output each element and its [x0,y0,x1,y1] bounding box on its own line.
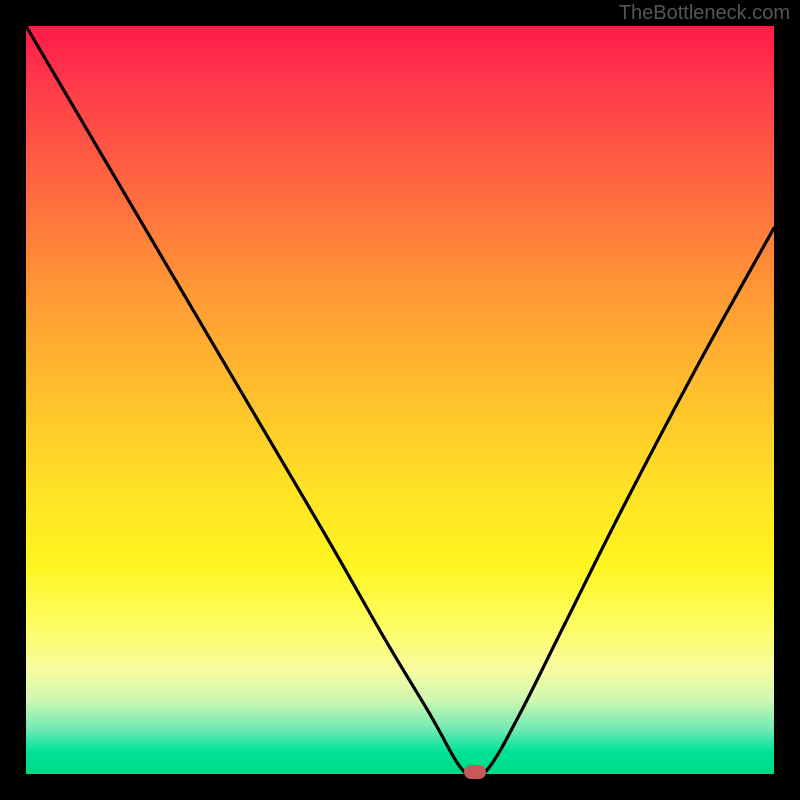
bottleneck-curve [26,26,774,774]
optimal-point-marker [464,765,486,779]
watermark-text: TheBottleneck.com [619,2,790,25]
plot-area [26,26,774,774]
chart-svg [26,26,774,774]
